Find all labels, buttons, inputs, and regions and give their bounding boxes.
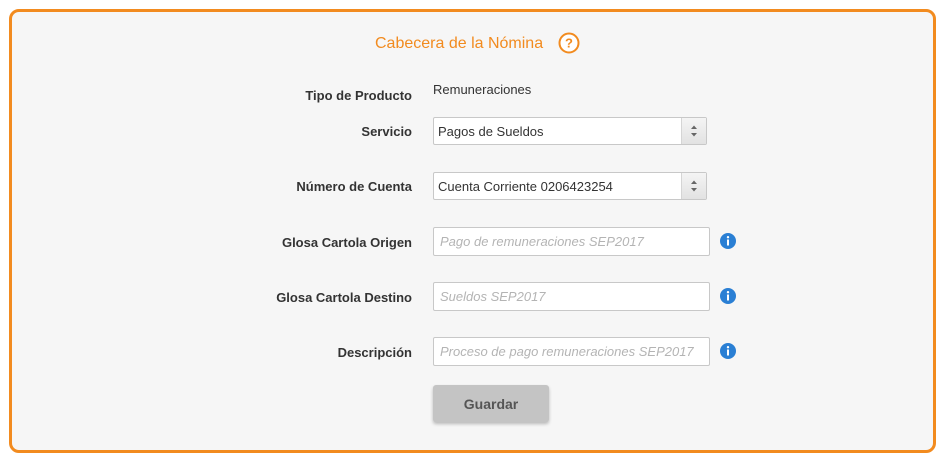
help-icon[interactable]: ? <box>558 32 580 54</box>
info-icon[interactable] <box>720 343 736 359</box>
glosa-destino-label: Glosa Cartola Destino <box>276 290 412 305</box>
payroll-header-panel: Cabecera de la Nómina ? Tipo de Producto… <box>9 9 936 453</box>
numero-cuenta-label: Número de Cuenta <box>296 179 412 194</box>
servicio-label: Servicio <box>361 124 412 139</box>
panel-title: Cabecera de la Nómina <box>375 35 544 52</box>
glosa-destino-input[interactable] <box>433 282 710 311</box>
save-button[interactable]: Guardar <box>433 385 549 422</box>
info-icon[interactable] <box>720 288 736 304</box>
glosa-origen-input[interactable] <box>433 227 710 256</box>
info-icon[interactable] <box>720 233 736 249</box>
descripcion-label: Descripción <box>337 345 412 360</box>
numero-cuenta-select[interactable]: Cuenta Corriente 0206423254 <box>433 172 707 200</box>
svg-text:?: ? <box>565 36 573 51</box>
tipo-producto-value: Remuneraciones <box>433 82 532 97</box>
panel-header: Cabecera de la Nómina ? <box>12 32 933 56</box>
descripcion-input[interactable] <box>433 337 710 366</box>
tipo-producto-label: Tipo de Producto <box>305 88 412 103</box>
glosa-origen-label: Glosa Cartola Origen <box>281 235 412 250</box>
servicio-select[interactable]: Pagos de Sueldos <box>433 117 707 145</box>
select-arrows-icon[interactable] <box>681 173 706 199</box>
select-arrows-icon[interactable] <box>681 118 706 144</box>
servicio-selected-value: Pagos de Sueldos <box>438 124 544 139</box>
numero-cuenta-selected-value: Cuenta Corriente 0206423254 <box>438 179 613 194</box>
